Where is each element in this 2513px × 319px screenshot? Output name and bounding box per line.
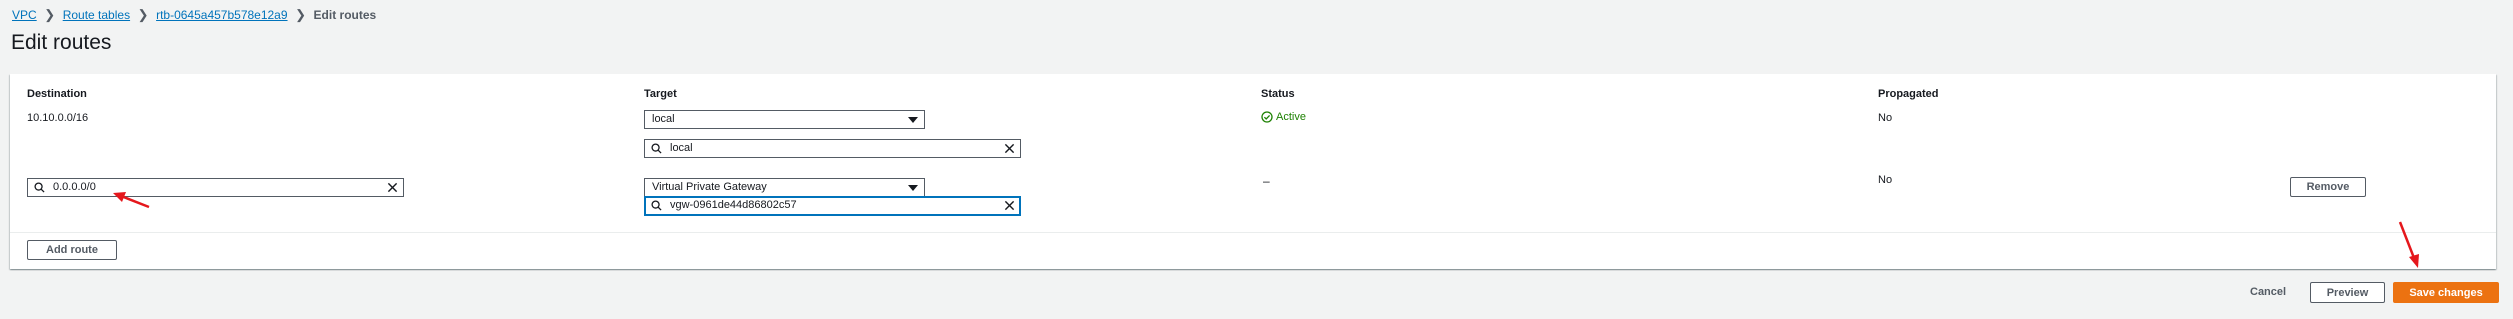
preview-button[interactable]: Preview — [2310, 282, 2385, 303]
breadcrumb: VPC ❯ Route tables ❯ rtb-0645a457b578e12… — [12, 7, 376, 23]
target-type-select[interactable]: local — [644, 110, 925, 129]
status-badge: Active — [1261, 111, 1306, 123]
target-search-value: local — [670, 142, 693, 154]
divider — [10, 232, 2496, 233]
route-destination-text: 10.10.0.0/16 — [27, 112, 89, 124]
target-type-select-value: Virtual Private Gateway — [652, 181, 767, 193]
search-icon — [34, 182, 45, 193]
propagated-text: No — [1878, 174, 1893, 186]
column-header-destination: Destination — [27, 88, 87, 100]
chevron-right-icon: ❯ — [137, 7, 149, 22]
breadcrumb-current: Edit routes — [313, 8, 377, 22]
search-icon — [651, 200, 662, 211]
chevron-right-icon: ❯ — [295, 7, 306, 22]
target-search-input[interactable]: local — [644, 139, 1021, 158]
breadcrumb-route-table-id-link[interactable]: rtb-0645a457b578e12a9 — [156, 8, 287, 22]
destination-search-input[interactable]: 0.0.0.0/0 — [27, 178, 404, 197]
column-header-target: Target — [644, 88, 677, 100]
add-route-button[interactable]: Add route — [27, 240, 117, 260]
routes-panel: Destination Target Status Propagated 10.… — [10, 74, 2496, 269]
clear-icon[interactable] — [1004, 200, 1015, 211]
status-text: Active — [1276, 111, 1306, 123]
save-changes-button[interactable]: Save changes — [2393, 282, 2499, 303]
destination-search-value: 0.0.0.0/0 — [53, 181, 96, 193]
target-type-select[interactable]: Virtual Private Gateway — [644, 178, 925, 197]
caret-down-icon — [908, 117, 918, 123]
target-search-value: vgw-0961de44d86802c57 — [670, 199, 797, 211]
remove-button[interactable]: Remove — [2290, 177, 2366, 197]
column-header-status: Status — [1261, 88, 1295, 100]
check-circle-icon — [1261, 111, 1273, 123]
column-header-propagated: Propagated — [1878, 88, 1939, 100]
clear-icon[interactable] — [1004, 143, 1015, 154]
cancel-button[interactable]: Cancel — [2242, 281, 2294, 303]
clear-icon[interactable] — [387, 182, 398, 193]
chevron-right-icon: ❯ — [44, 7, 56, 22]
caret-down-icon — [908, 185, 918, 191]
target-search-input[interactable]: vgw-0961de44d86802c57 — [644, 196, 1021, 216]
propagated-text: No — [1878, 112, 1893, 124]
search-icon — [651, 143, 662, 154]
target-type-select-value: local — [652, 113, 675, 125]
status-text: – — [1263, 174, 1270, 188]
breadcrumb-vpc-link[interactable]: VPC — [12, 8, 37, 22]
breadcrumb-route-tables-link[interactable]: Route tables — [63, 8, 130, 22]
page-title: Edit routes — [11, 31, 112, 54]
